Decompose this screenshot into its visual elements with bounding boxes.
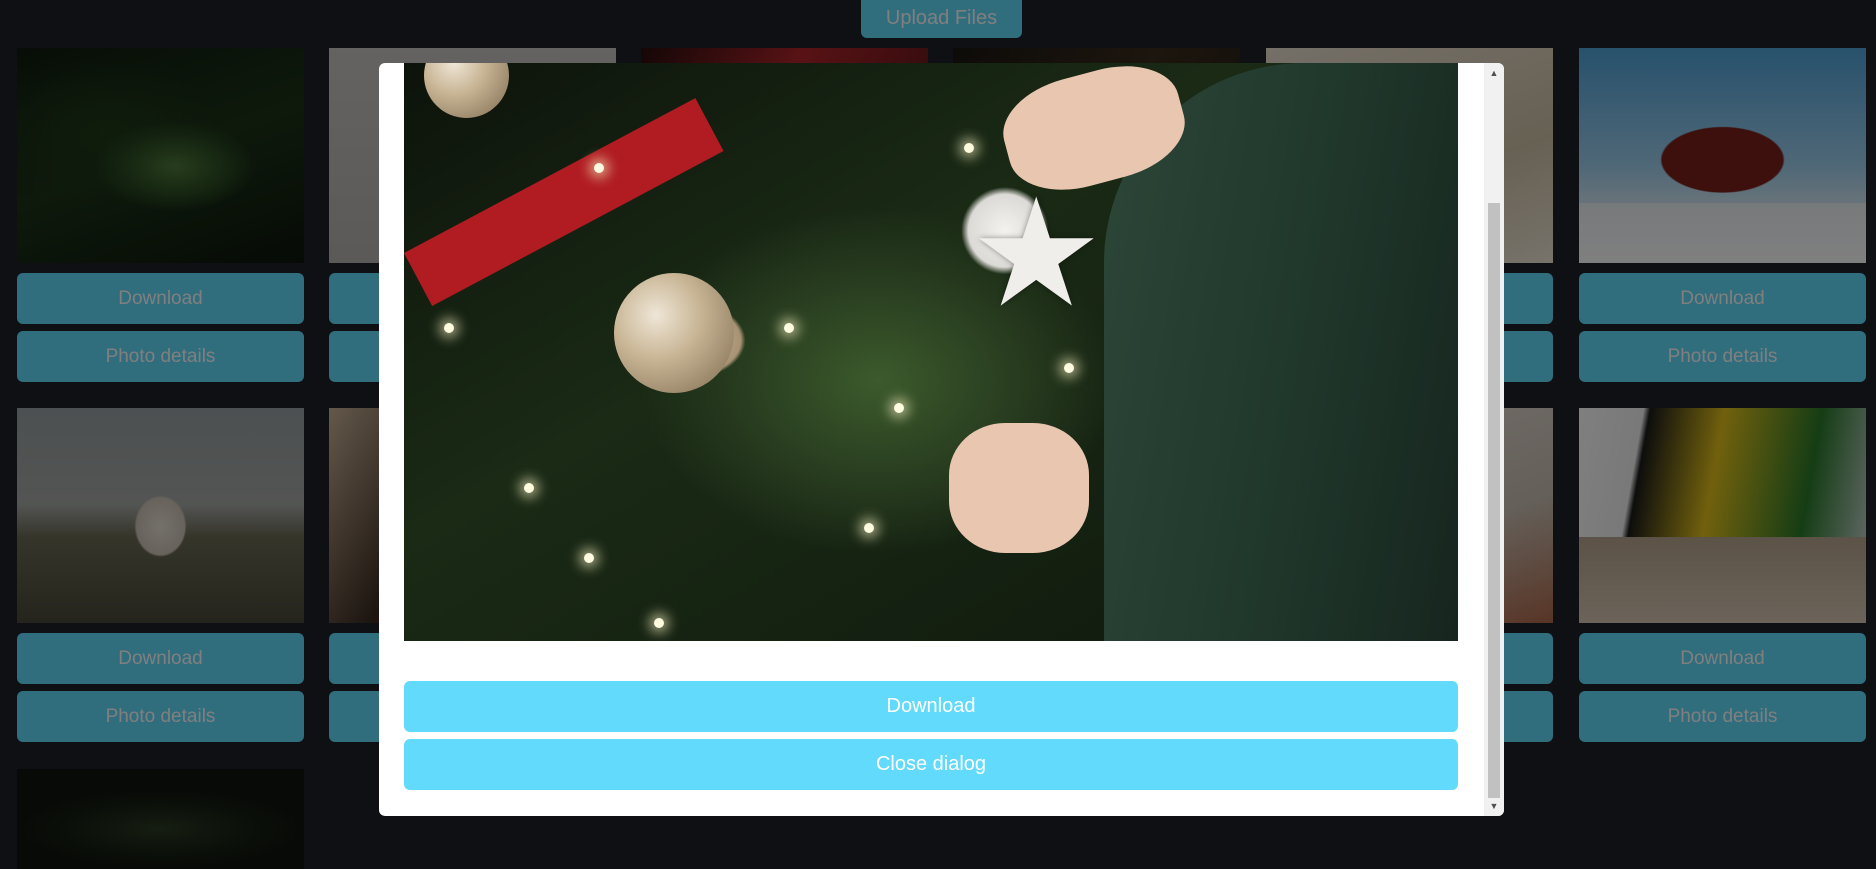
- light-decoration: [654, 618, 664, 628]
- bauble-decoration: [424, 63, 509, 118]
- scrollbar-thumb[interactable]: [1488, 203, 1500, 798]
- dialog-download-button[interactable]: Download: [404, 681, 1458, 732]
- light-decoration: [584, 553, 594, 563]
- scroll-down-icon[interactable]: ▼: [1484, 798, 1504, 814]
- scroll-up-icon[interactable]: ▲: [1484, 65, 1504, 81]
- dialog-scrollbar[interactable]: ▲ ▼: [1484, 63, 1504, 816]
- light-decoration: [594, 163, 604, 173]
- light-decoration: [894, 403, 904, 413]
- hand-decoration: [949, 423, 1089, 553]
- gallery-page: Upload Files Download Photo details Down…: [0, 0, 1876, 869]
- light-decoration: [524, 483, 534, 493]
- bauble-decoration: [614, 273, 734, 393]
- light-decoration: [784, 323, 794, 333]
- dialog-photo: ★: [404, 63, 1458, 641]
- light-decoration: [864, 523, 874, 533]
- close-dialog-button[interactable]: Close dialog: [404, 739, 1458, 790]
- light-decoration: [1064, 363, 1074, 373]
- light-decoration: [964, 143, 974, 153]
- light-decoration: [444, 323, 454, 333]
- star-ornament-icon: ★: [969, 169, 1104, 337]
- photo-dialog: ★ Download Close dialog ▲ ▼: [379, 63, 1504, 816]
